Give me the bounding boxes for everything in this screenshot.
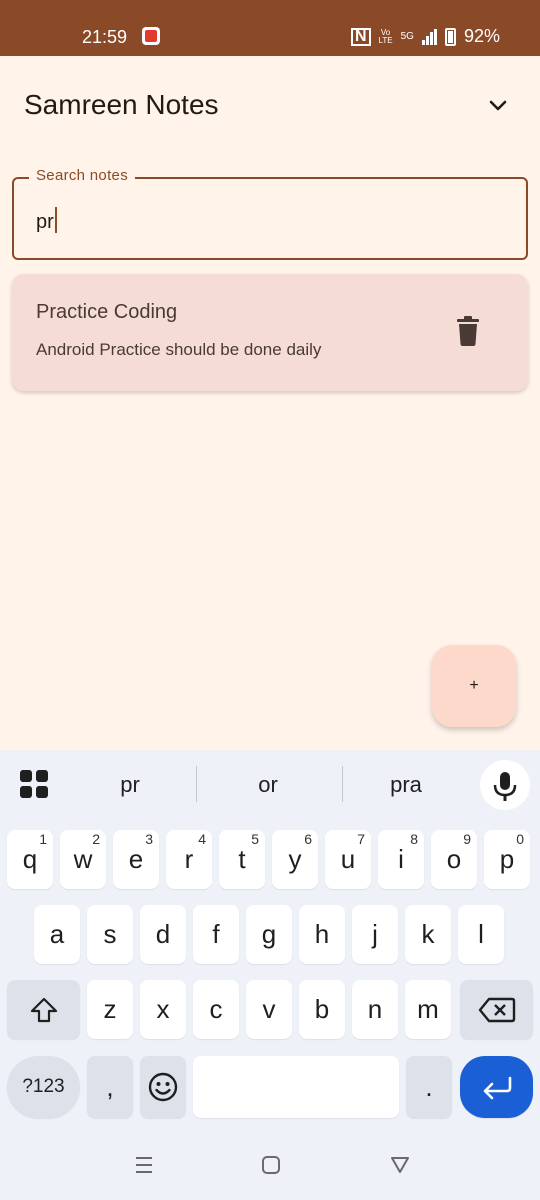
key-y[interactable]: y6 <box>272 830 318 889</box>
period-key[interactable]: . <box>406 1056 452 1118</box>
comma-key[interactable]: , <box>87 1056 133 1118</box>
key-k[interactable]: k <box>405 905 451 964</box>
app-title: Samreen Notes <box>24 89 219 120</box>
key-p[interactable]: p0 <box>484 830 530 889</box>
back-icon[interactable] <box>390 1155 410 1175</box>
key-n[interactable]: n <box>352 980 398 1039</box>
key-w[interactable]: w2 <box>60 830 106 889</box>
suggestion-1[interactable]: pr <box>80 772 180 798</box>
suggestion-2[interactable]: or <box>218 772 318 798</box>
note-card[interactable]: Practice Coding Android Practice should … <box>12 274 528 391</box>
enter-key[interactable] <box>460 1056 533 1118</box>
key-h[interactable]: h <box>299 905 345 964</box>
key-s[interactable]: s <box>87 905 133 964</box>
suggestion-divider <box>196 766 197 802</box>
key-q[interactable]: q1 <box>7 830 53 889</box>
key-g[interactable]: g <box>246 905 292 964</box>
suggestion-3[interactable]: pra <box>356 772 456 798</box>
key-d[interactable]: d <box>140 905 186 964</box>
keyboard: pr or pra q1 w2 e3 r4 t5 y6 u7 i8 o9 p0 … <box>0 750 540 1200</box>
shift-icon <box>30 997 57 1022</box>
emoji-icon <box>148 1072 178 1102</box>
key-b[interactable]: b <box>299 980 345 1039</box>
shift-key[interactable] <box>7 980 80 1039</box>
apps-grid-icon[interactable] <box>20 770 50 800</box>
text-cursor <box>54 207 57 233</box>
status-time: 21:59 <box>82 27 128 47</box>
emoji-key[interactable] <box>140 1056 186 1118</box>
symbols-key[interactable]: ?123 <box>7 1056 80 1118</box>
signal-icon <box>421 28 437 45</box>
recents-icon[interactable] <box>134 1155 154 1175</box>
notification-app-icon <box>142 27 160 45</box>
trash-icon[interactable] <box>456 316 480 348</box>
suggestion-divider <box>342 766 343 802</box>
key-o[interactable]: o9 <box>431 830 477 889</box>
search-value[interactable]: pr <box>36 207 57 234</box>
space-key[interactable] <box>193 1056 399 1118</box>
battery-icon <box>444 27 456 46</box>
key-x[interactable]: x <box>140 980 186 1039</box>
key-j[interactable]: j <box>352 905 398 964</box>
key-t[interactable]: t5 <box>219 830 265 889</box>
key-a[interactable]: a <box>34 905 80 964</box>
key-v[interactable]: v <box>246 980 292 1039</box>
key-i[interactable]: i8 <box>378 830 424 889</box>
note-body: Android Practice should be done daily <box>36 340 322 359</box>
battery-percent: 92% <box>463 26 500 46</box>
key-r[interactable]: r4 <box>166 830 212 889</box>
status-icons: N Vo LTE 5G 92% <box>350 26 500 47</box>
search-label: Search notes <box>29 167 135 184</box>
key-e[interactable]: e3 <box>113 830 159 889</box>
key-m[interactable]: m <box>405 980 451 1039</box>
search-input[interactable] <box>12 177 528 260</box>
network-type: 5G <box>400 31 414 42</box>
chevron-down-icon[interactable] <box>484 92 512 120</box>
key-u[interactable]: u7 <box>325 830 371 889</box>
home-icon[interactable] <box>261 1155 281 1175</box>
note-title: Practice Coding <box>36 301 178 323</box>
backspace-key[interactable] <box>460 980 533 1039</box>
status-bar: 21:59 N Vo LTE 5G 92% <box>0 0 540 56</box>
key-z[interactable]: z <box>87 980 133 1039</box>
microphone-icon[interactable] <box>480 760 530 810</box>
volte-indicator: Vo LTE <box>378 27 393 45</box>
backspace-icon <box>478 997 515 1022</box>
enter-icon <box>483 1076 511 1100</box>
key-f[interactable]: f <box>193 905 239 964</box>
key-l[interactable]: l <box>458 905 504 964</box>
add-note-button[interactable]: + <box>432 645 516 727</box>
nfc-icon: N <box>350 27 371 46</box>
key-c[interactable]: c <box>193 980 239 1039</box>
